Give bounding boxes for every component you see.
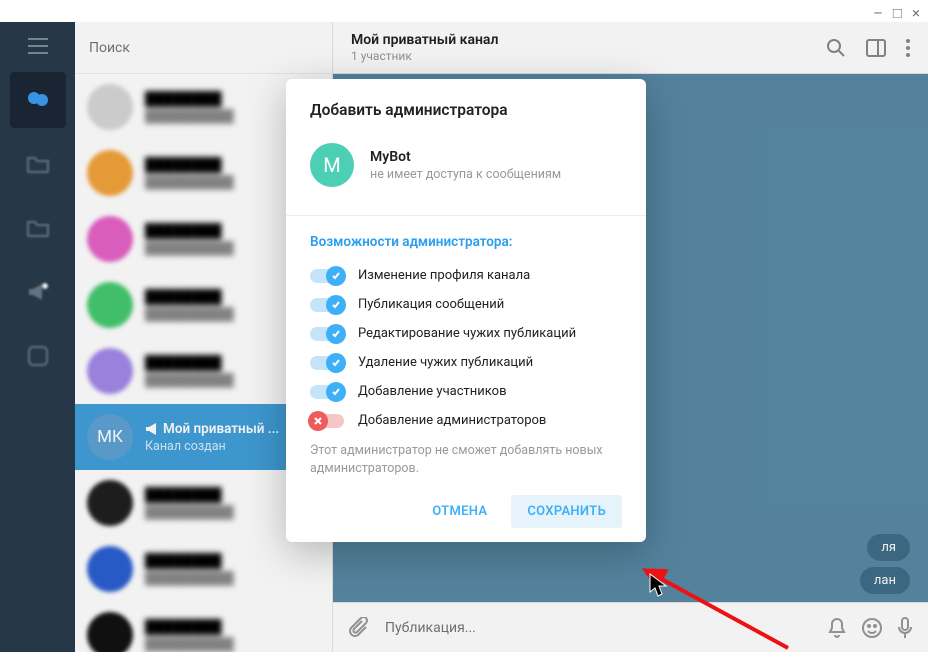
modal-note: Этот администратор не сможет добавлять н… (310, 442, 622, 477)
save-button[interactable]: СОХРАНИТЬ (511, 495, 622, 528)
search-icon[interactable] (826, 38, 846, 58)
permission-label: Добавление администраторов (358, 413, 546, 428)
avatar (87, 282, 133, 328)
permission-row: Добавление участников (310, 384, 622, 399)
bot-row[interactable]: М MyBot не имеет доступа к сообщениям (310, 143, 622, 187)
emoji-icon[interactable] (862, 618, 882, 638)
avatar (87, 546, 133, 592)
permission-toggle[interactable] (310, 414, 344, 428)
chat-row-title: ████████ (145, 619, 320, 635)
cancel-button[interactable]: ОТМЕНА (416, 495, 503, 528)
permission-toggle[interactable] (310, 356, 344, 370)
add-admin-modal: Добавить администратора М MyBot не имеет… (286, 79, 646, 542)
permission-row: Редактирование чужих публикаций (310, 326, 622, 341)
mic-icon[interactable] (898, 617, 912, 639)
more-icon[interactable] (906, 39, 910, 57)
window-controls: – □ × (873, 4, 920, 22)
permission-label: Публикация сообщений (358, 297, 504, 312)
bot-sub: не имеет доступа к сообщениям (370, 167, 561, 182)
nav-all-chats[interactable] (10, 72, 66, 128)
avatar (87, 348, 133, 394)
permission-label: Изменение профиля канала (358, 268, 530, 283)
chat-row-sub: ██████████ (145, 637, 320, 652)
sidebar-toggle-icon[interactable] (866, 39, 886, 57)
chat-row-sub: ██████████ (145, 571, 320, 586)
nav-channels[interactable] (10, 264, 66, 320)
chat-header: Мой приватный канал 1 участник (333, 22, 928, 74)
chat-subtitle: 1 участник (351, 49, 806, 63)
bot-avatar: М (310, 143, 354, 187)
nav-folder-2[interactable] (10, 200, 66, 256)
nav-folder-1[interactable] (10, 136, 66, 192)
permission-row: Удаление чужих публикаций (310, 355, 622, 370)
search-bar (75, 22, 332, 74)
nav-pro[interactable] (10, 328, 66, 384)
minimize-icon[interactable]: – (873, 4, 883, 22)
chat-row[interactable]: ██████████████████ (75, 602, 332, 652)
divider (286, 215, 646, 216)
compose-bar (333, 602, 928, 652)
permission-row: Добавление администраторов (310, 413, 622, 428)
close-icon[interactable]: × (912, 4, 920, 22)
compose-input[interactable] (385, 620, 812, 636)
avatar: МК (87, 414, 133, 460)
permission-row: Изменение профиля канала (310, 268, 622, 283)
menu-icon[interactable] (28, 38, 48, 54)
notifications-icon[interactable] (828, 618, 846, 638)
avatar (87, 216, 133, 262)
permission-label: Удаление чужих публикаций (358, 355, 533, 370)
permission-toggle[interactable] (310, 269, 344, 283)
permission-toggle[interactable] (310, 298, 344, 312)
date-chip: ля (867, 534, 910, 561)
permission-toggle[interactable] (310, 385, 344, 399)
avatar (87, 480, 133, 526)
permission-row: Публикация сообщений (310, 297, 622, 312)
permission-label: Добавление участников (358, 384, 507, 399)
message-bubble: лан (860, 567, 910, 594)
bot-name: MyBot (370, 149, 561, 165)
avatar (87, 612, 133, 652)
avatar (87, 84, 133, 130)
attach-icon[interactable] (349, 617, 369, 639)
nav-rail (0, 22, 75, 652)
search-input[interactable] (89, 40, 318, 56)
maximize-icon[interactable]: □ (893, 4, 902, 22)
permission-label: Редактирование чужих публикаций (358, 326, 576, 341)
permission-toggle[interactable] (310, 327, 344, 341)
chat-row[interactable]: ██████████████████ (75, 536, 332, 602)
chat-title[interactable]: Мой приватный канал (351, 32, 806, 48)
avatar (87, 150, 133, 196)
modal-section-title: Возможности администратора: (310, 234, 622, 250)
chat-row-title: ████████ (145, 553, 320, 569)
modal-title: Добавить администратора (310, 101, 622, 119)
